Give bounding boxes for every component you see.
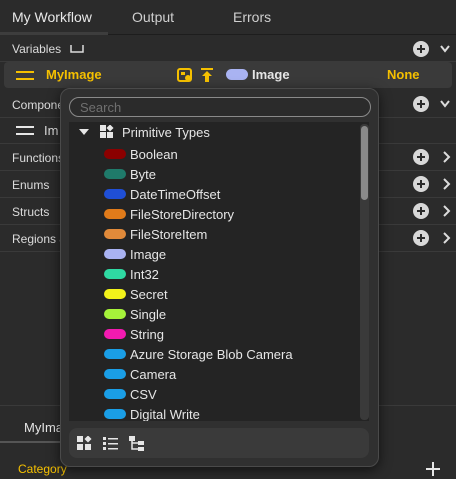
blocks-icon[interactable] [77,436,92,451]
type-color-pill [104,149,126,159]
category-label: Category [18,462,67,476]
caret-down-icon[interactable] [79,129,89,135]
type-item-label: Int32 [130,267,159,282]
type-color-pill [104,169,126,179]
type-color-pill [104,209,126,219]
chevron-right-icon[interactable] [441,150,451,164]
group-primitive-types[interactable]: Primitive Types [69,122,369,142]
type-item-label: String [130,327,164,342]
add-component-button[interactable] [413,96,429,112]
variable-value[interactable]: None [387,67,420,82]
type-picker-popup: Primitive Types Boolean Byte DateTimeOff… [60,88,379,467]
type-color-pill [104,389,126,399]
variable-row[interactable]: MyImage Image None [4,62,452,88]
add-function-button[interactable] [413,149,429,165]
type-color-pill [104,189,126,199]
type-item-label: DateTimeOffset [130,187,221,202]
enums-label: Enums [12,178,50,192]
type-item-image[interactable]: Image [69,244,369,264]
type-item-label: Digital Write [130,407,200,421]
upload-icon[interactable] [200,67,214,83]
hierarchy-icon[interactable] [129,436,144,451]
type-item-filestoredirectory[interactable]: FileStoreDirectory [69,204,369,224]
type-item-label: FileStoreItem [130,227,208,242]
add-category-button[interactable] [426,462,440,476]
add-variable-button[interactable] [413,41,429,57]
type-color-pill [104,229,126,239]
tab-bar: My Workflow Output Errors [0,0,456,35]
bracket-icon [70,45,84,53]
chevron-down-icon[interactable] [440,97,450,111]
group-label: Primitive Types [122,125,210,140]
variable-name[interactable]: MyImage [46,67,102,82]
type-item-digital-write[interactable]: Digital Write [69,404,369,421]
active-tab-indicator [0,32,108,35]
variables-label: Variables [12,42,62,56]
chevron-right-icon[interactable] [441,231,451,245]
type-color-pill [104,309,126,319]
tab-my-workflow[interactable]: My Workflow [12,9,92,25]
blocks-icon [100,125,114,138]
functions-label: Functions [12,151,65,165]
type-item-label: Camera [130,367,177,382]
type-item-filestoreitem[interactable]: FileStoreItem [69,224,369,244]
chevron-right-icon[interactable] [441,177,451,191]
type-item-label: Single [130,307,167,322]
list-icon[interactable] [103,436,118,451]
link-variable-icon[interactable] [177,67,193,83]
type-color-pill [104,369,126,379]
type-item-label: Image [130,247,167,262]
type-color-pill [104,249,126,259]
type-color-pill [104,409,126,419]
type-item-label: Byte [130,167,157,182]
search-input[interactable] [69,97,371,117]
type-item-label: CSV [130,387,157,402]
type-color-pill [104,289,126,299]
type-item-azure-storage-blob-camera[interactable]: Azure Storage Blob Camera [69,344,369,364]
type-item-csv[interactable]: CSV [69,384,369,404]
type-item-string[interactable]: String [69,324,369,344]
type-item-single[interactable]: Single [69,304,369,324]
type-color-pill [104,269,126,279]
type-item-label: Azure Storage Blob Camera [130,347,293,362]
type-item-secret[interactable]: Secret [69,284,369,304]
type-color-pill [104,329,126,339]
tab-output[interactable]: Output [132,9,174,25]
variable-type[interactable]: Image [252,67,290,82]
add-enum-button[interactable] [413,176,429,192]
tab-errors[interactable]: Errors [233,9,271,25]
structs-label: Structs [12,205,50,219]
chevron-right-icon[interactable] [441,204,451,218]
add-struct-button[interactable] [413,203,429,219]
type-item-int32[interactable]: Int32 [69,264,369,284]
type-item-datetimeoffset[interactable]: DateTimeOffset [69,184,369,204]
type-color-pill [104,349,126,359]
drag-handle-icon[interactable] [16,126,34,135]
type-list: Primitive Types Boolean Byte DateTimeOff… [69,122,369,421]
type-item-label: Secret [130,287,168,302]
properties-tab[interactable]: MyIma [24,420,63,435]
drag-handle-icon[interactable] [16,71,34,80]
type-item-camera[interactable]: Camera [69,364,369,384]
add-region-button[interactable] [413,230,429,246]
chevron-down-icon[interactable] [440,42,450,56]
type-item-boolean[interactable]: Boolean [69,144,369,164]
component-name[interactable]: Im [44,123,58,138]
type-item-byte[interactable]: Byte [69,164,369,184]
type-color-pill [226,69,248,80]
components-label: Compone [12,98,65,112]
variables-header: Variables [0,36,456,62]
picker-footer [69,428,369,458]
type-item-label: Boolean [130,147,178,162]
scrollbar-thumb[interactable] [361,126,368,200]
type-item-label: FileStoreDirectory [130,207,235,222]
